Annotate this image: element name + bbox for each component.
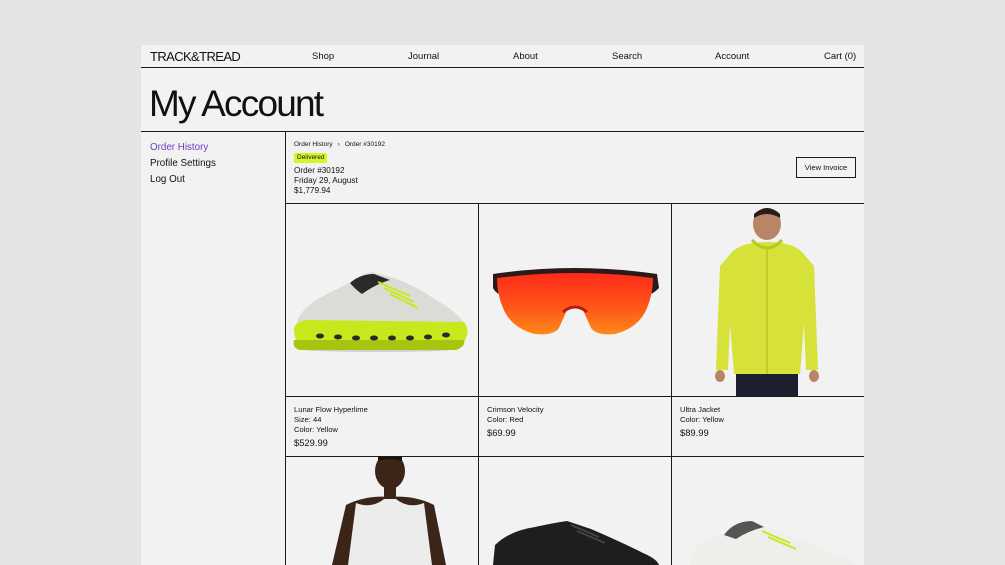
white-shoe-image: [690, 521, 856, 565]
jacket-model-image: [715, 208, 819, 396]
product-name[interactable]: Crimson Velocity: [487, 405, 544, 415]
order-summary: Order History › Order #30192 Delivered Ord…: [286, 132, 864, 204]
nav-account[interactable]: Account: [715, 51, 749, 62]
product-info-lunar-flow: Lunar Flow Hyperlime Size: 44 Color: Yel…: [286, 397, 478, 456]
breadcrumb-current-order: Order #30192: [344, 141, 385, 148]
breadcrumb: Order History › Order #30192: [294, 141, 385, 149]
product-color: Color: Yellow: [680, 415, 724, 424]
nav-journal[interactable]: Journal: [408, 51, 439, 62]
black-shoe-image: [493, 521, 659, 565]
product-info-ultra-jacket: Ultra Jacket Color: Yellow $89.99: [672, 397, 864, 456]
order-total: $1,779.94: [294, 186, 331, 195]
sidebar-item-profile-settings[interactable]: Profile Settings: [150, 156, 216, 172]
account-sidebar: Order History Profile Settings Log Out: [150, 140, 216, 188]
product-name[interactable]: Lunar Flow Hyperlime: [294, 405, 368, 415]
nav-cart[interactable]: Cart (0): [824, 51, 856, 62]
breadcrumb-separator: ›: [337, 141, 340, 148]
product-name[interactable]: Ultra Jacket: [680, 405, 720, 415]
breadcrumb-order-history[interactable]: Order History: [294, 141, 333, 149]
nav-about[interactable]: About: [513, 51, 538, 62]
brand-logo[interactable]: TRACK&TREAD: [150, 49, 241, 64]
page-title: My Account: [149, 83, 324, 124]
product-price: $529.99: [294, 437, 328, 448]
product-price: $89.99: [680, 427, 709, 438]
top-navigation: TRACK&TREAD Shop Journal About Search Ac…: [141, 45, 864, 68]
product-image-crimson-velocity[interactable]: [479, 204, 671, 396]
nav-search[interactable]: Search: [612, 51, 642, 62]
status-badge: Delivered: [294, 153, 328, 163]
nav-shop[interactable]: Shop: [312, 51, 334, 62]
product-image-white-shoe[interactable]: [672, 457, 864, 565]
order-number: Order #30192: [294, 166, 345, 175]
shoe-image: [293, 272, 468, 352]
product-color: Color: Yellow: [294, 425, 338, 434]
product-size: Size: 44: [294, 415, 322, 424]
order-date: Friday 29, August: [294, 176, 358, 185]
product-price: $69.99: [487, 427, 516, 438]
product-image-tank-top[interactable]: [286, 457, 478, 565]
sidebar-item-log-out[interactable]: Log Out: [150, 172, 216, 188]
product-image-black-shoe[interactable]: [479, 457, 671, 565]
account-page: TRACK&TREAD Shop Journal About Search Ac…: [141, 45, 864, 565]
sunglasses-image: [493, 268, 659, 335]
view-invoice-button[interactable]: View Invoice: [796, 157, 856, 178]
product-image-ultra-jacket[interactable]: [672, 204, 864, 396]
product-info-crimson-velocity: Crimson Velocity Color: Red $69.99: [479, 397, 671, 456]
sidebar-item-order-history[interactable]: Order History: [150, 140, 216, 156]
tank-top-model-image: [332, 457, 446, 565]
product-image-lunar-flow[interactable]: [286, 204, 478, 396]
product-color: Color: Red: [487, 415, 524, 424]
